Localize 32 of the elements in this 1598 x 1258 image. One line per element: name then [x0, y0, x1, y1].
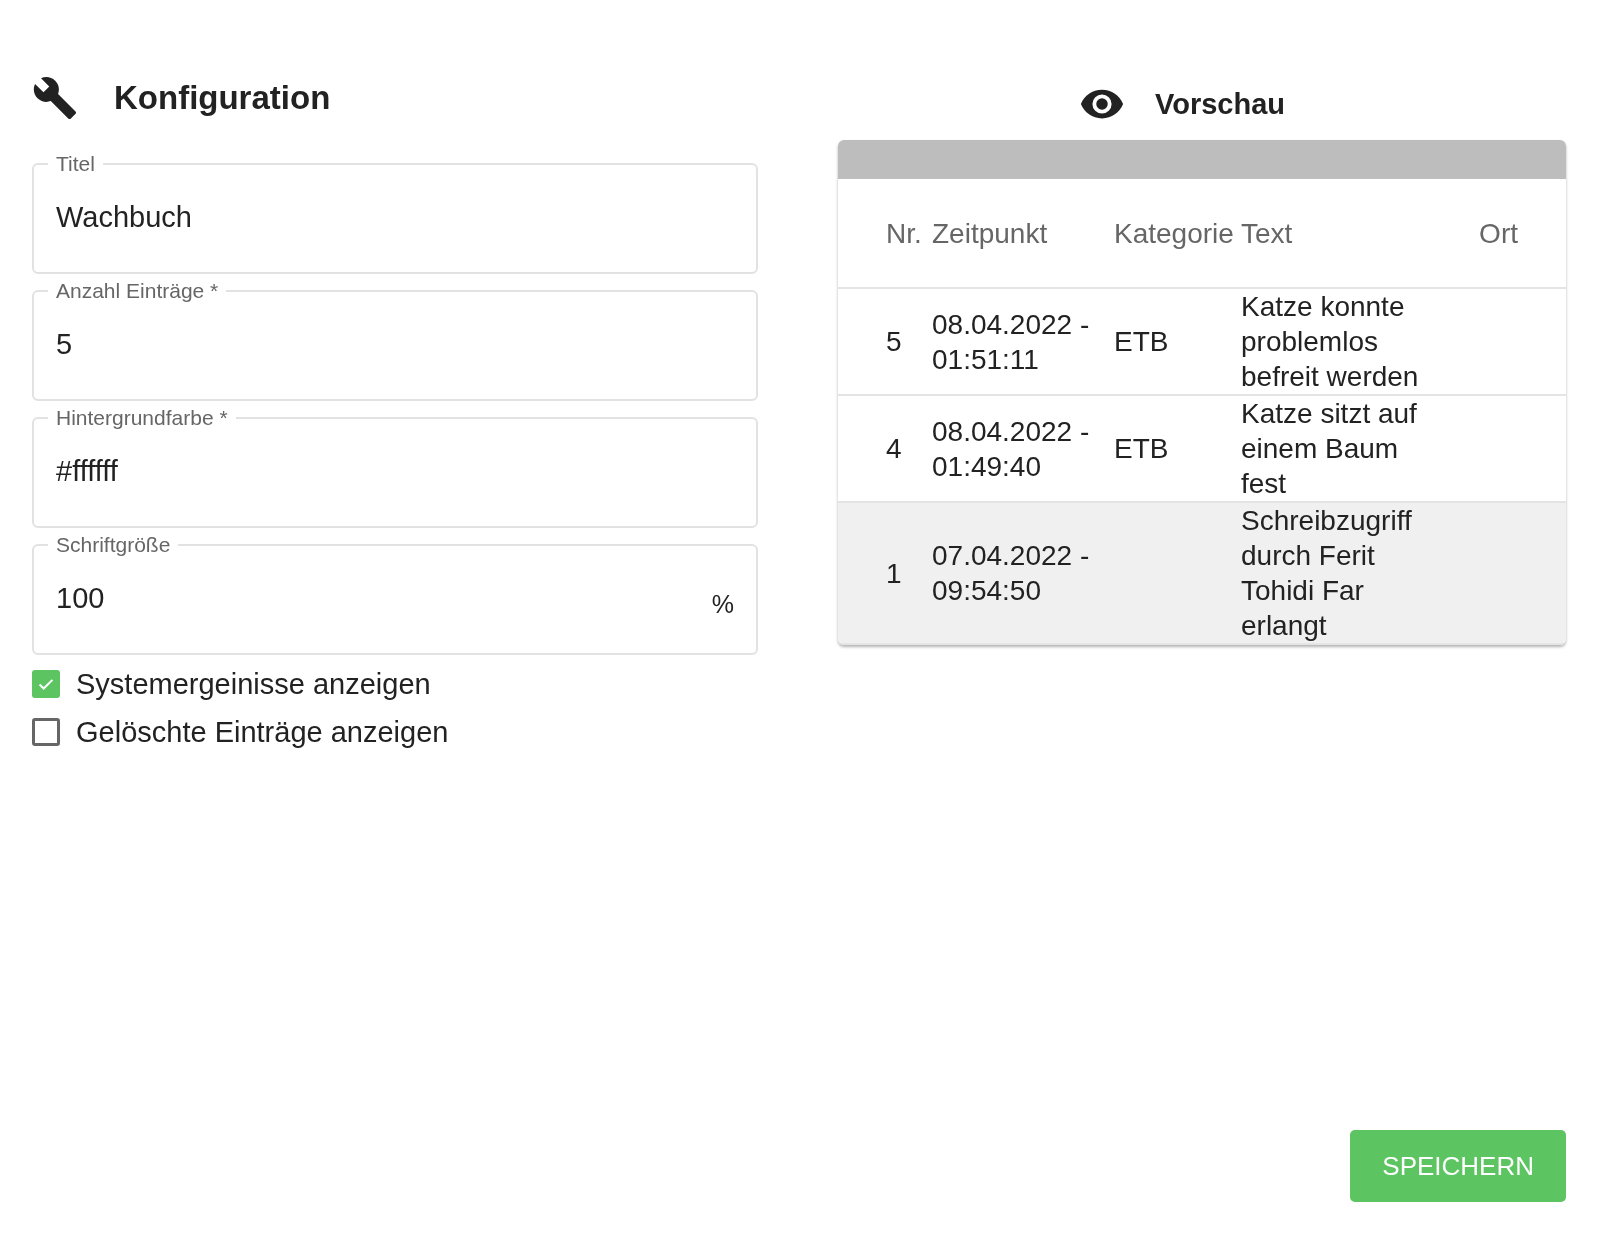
- column-header: Nr.: [886, 216, 923, 251]
- table-cell-text: Schreibzugriff durch Ferit Tohidi Far erlangt: [1241, 504, 1413, 643]
- table-cell-text: 08.04.2022 - 01:51:11: [932, 307, 1091, 377]
- checkbox[interactable]: [32, 670, 60, 698]
- table-cell-text: 1: [886, 556, 903, 591]
- table-cell-text: ETB: [1114, 432, 1170, 466]
- checkbox-label: Systemergeinisse anzeigen: [76, 667, 431, 701]
- table-cell-text: 5: [886, 325, 903, 359]
- table-cell-text: 08.04.2022 - 01:49:40: [932, 414, 1091, 484]
- table-cell-text: 4: [886, 432, 903, 466]
- field-label: Titel: [55, 152, 96, 176]
- table-cell-text: Katze konnte problemlos befreit werden: [1241, 290, 1420, 394]
- field-suffix: %: [711, 589, 734, 619]
- field-value: 100: [56, 581, 106, 615]
- field-label: Anzahl Einträge *: [55, 279, 220, 303]
- table-cell-text: ETB: [1114, 325, 1170, 359]
- field-value: #ffffff: [56, 454, 119, 488]
- checkbox-label: Gelöschte Einträge anzeigen: [76, 715, 449, 749]
- section-title: Konfiguration: [114, 79, 331, 117]
- checkbox[interactable]: [32, 718, 60, 746]
- field-label: Schriftgröße: [55, 533, 172, 557]
- section-title: Vorschau: [1155, 87, 1285, 121]
- field-label: Hintergrundfarbe *: [55, 406, 229, 430]
- column-header: Zeitpunkt: [932, 216, 1049, 251]
- table-cell-text: Katze sitzt auf einem Baum fest: [1241, 397, 1418, 501]
- column-header: Kategorie: [1114, 216, 1235, 251]
- column-header: Ort: [1478, 216, 1519, 251]
- field-value: Wachbuch: [56, 200, 193, 234]
- field-value: 5: [56, 327, 74, 361]
- table-cell-text: 07.04.2022 - 09:54:50: [932, 539, 1091, 608]
- column-header: Text: [1241, 216, 1294, 251]
- wrench-icon: [32, 75, 78, 121]
